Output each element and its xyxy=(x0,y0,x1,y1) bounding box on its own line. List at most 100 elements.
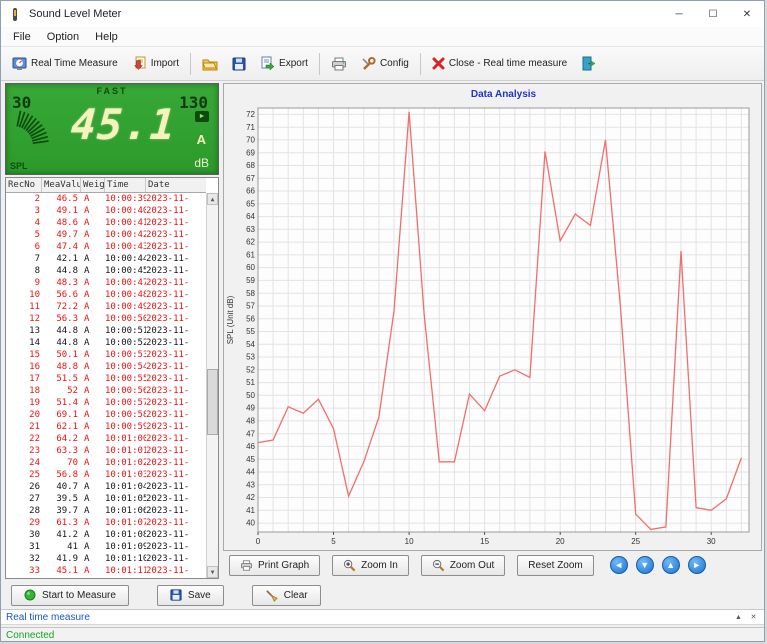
menu-option[interactable]: Option xyxy=(39,29,87,45)
print-button[interactable] xyxy=(324,52,354,76)
table-scrollbar[interactable]: ▲ ▼ xyxy=(206,193,218,578)
config-button[interactable]: Config xyxy=(354,51,416,76)
zoom-out-label: Zoom Out xyxy=(449,559,495,571)
svg-text:51: 51 xyxy=(246,378,255,387)
table-row[interactable]: 6 47.4 A 10:00:43 2023-11- xyxy=(6,241,206,253)
maximize-button[interactable]: ☐ xyxy=(696,1,730,27)
table-row[interactable]: 13 44.8 A 10:00:51 2023-11- xyxy=(6,325,206,337)
table-row[interactable]: 10 56.6 A 10:00:48 2023-11- xyxy=(6,289,206,301)
table-row[interactable]: 12 56.3 A 10:00:50 2023-11- xyxy=(6,313,206,325)
pan-right-button[interactable]: ► xyxy=(687,556,706,574)
table-row[interactable]: 28 39.7 A 10:01:06 2023-11- xyxy=(6,505,206,517)
table-row[interactable]: 22 64.2 A 10:01:00 2023-11- xyxy=(6,433,206,445)
table-row[interactable]: 11 72.2 A 10:00:49 2023-11- xyxy=(6,301,206,313)
table-row[interactable]: 20 69.1 A 10:00:58 2023-11- xyxy=(6,409,206,421)
minimize-button[interactable]: ─ xyxy=(662,1,696,27)
scroll-thumb[interactable] xyxy=(207,369,218,435)
save-icon xyxy=(170,589,182,601)
svg-text:54: 54 xyxy=(246,340,255,349)
svg-text:46: 46 xyxy=(246,442,255,451)
column-header-weigh[interactable]: Weigh xyxy=(81,178,105,192)
column-header-date[interactable]: Date xyxy=(146,178,206,192)
table-row[interactable]: 32 41.9 A 10:01:10 2023-11- xyxy=(6,553,206,565)
table-row[interactable]: 33 45.1 A 10:01:11 2023-11- xyxy=(6,565,206,577)
table-row[interactable]: 7 42.1 A 10:00:44 2023-11- xyxy=(6,253,206,265)
svg-text:71: 71 xyxy=(246,123,255,132)
table-row[interactable]: 21 62.1 A 10:00:59 2023-11- xyxy=(6,421,206,433)
data-analysis-chart[interactable]: 40 41 42 43 44 45 46 47 48 49 50 51 52 53 54 55 56 57 58 59… xyxy=(223,83,762,551)
right-panel: 40 41 42 43 44 45 46 47 48 49 50 51 52 53 54 55 56 57 58 59… xyxy=(223,83,762,579)
table-row[interactable]: 3 49.1 A 10:00:40 2023-11- xyxy=(6,205,206,217)
svg-text:64: 64 xyxy=(246,212,255,221)
meter-icon xyxy=(12,56,27,71)
real-time-measure-button[interactable]: Real Time Measure xyxy=(5,51,125,76)
scroll-down-icon[interactable]: ▼ xyxy=(207,566,218,578)
table-row[interactable]: 18 52 A 10:00:56 2023-11- xyxy=(6,385,206,397)
save-file-button[interactable] xyxy=(225,52,253,76)
open-file-button[interactable] xyxy=(195,52,225,76)
table-row[interactable]: 27 39.5 A 10:01:05 2023-11- xyxy=(6,493,206,505)
start-measure-button[interactable]: Start to Measure xyxy=(11,584,129,606)
table-row[interactable]: 4 48.6 A 10:00:41 2023-11- xyxy=(6,217,206,229)
table-row[interactable]: 14 44.8 A 10:00:52 2023-11- xyxy=(6,337,206,349)
pin-panel-icon[interactable]: ▲ xyxy=(732,611,745,623)
table-row[interactable]: 26 40.7 A 10:01:04 2023-11- xyxy=(6,481,206,493)
menu-help[interactable]: Help xyxy=(87,29,126,45)
zoom-in-button[interactable]: Zoom In xyxy=(332,554,409,576)
svg-text:60: 60 xyxy=(246,263,255,272)
clear-button[interactable]: Clear xyxy=(251,584,321,606)
save-button[interactable]: Save xyxy=(156,584,224,606)
pan-down-button[interactable]: ▼ xyxy=(635,556,654,574)
lcd-value: 45.1 xyxy=(69,100,178,149)
table-row[interactable]: 30 41.2 A 10:01:08 2023-11- xyxy=(6,529,206,541)
svg-text:53: 53 xyxy=(246,353,255,362)
table-row[interactable]: 5 49.7 A 10:00:42 2023-11- xyxy=(6,229,206,241)
broom-icon xyxy=(265,589,278,602)
print-graph-button[interactable]: Print Graph xyxy=(229,554,321,576)
close-button[interactable]: ✕ xyxy=(730,1,764,27)
column-header-time[interactable]: Time xyxy=(105,178,146,192)
pan-left-button[interactable]: ◄ xyxy=(609,556,628,574)
reset-zoom-button[interactable]: Reset Zoom xyxy=(517,554,594,576)
svg-text:61: 61 xyxy=(246,251,255,260)
real-time-measure-tab[interactable]: Real time measure xyxy=(1,612,90,623)
zoom-out-button[interactable]: Zoom Out xyxy=(420,554,506,576)
import-icon xyxy=(132,56,147,71)
printer-icon xyxy=(240,559,253,571)
table-row[interactable]: 9 48.3 A 10:00:47 2023-11- xyxy=(6,277,206,289)
pan-up-button[interactable]: ▲ xyxy=(661,556,680,574)
import-button[interactable]: Import xyxy=(125,51,186,76)
lcd-range-indicator-icon: ► xyxy=(195,111,209,122)
close-real-time-button[interactable]: Close - Real time measure xyxy=(425,52,574,75)
table-row[interactable]: 24 70 A 10:01:02 2023-11- xyxy=(6,457,206,469)
folder-open-icon xyxy=(202,57,218,71)
print-graph-label: Print Graph xyxy=(258,559,310,571)
column-header-meavalue[interactable]: MeaValue xyxy=(42,178,81,192)
svg-text:65: 65 xyxy=(246,199,255,208)
table-row[interactable]: 29 61.3 A 10:01:07 2023-11- xyxy=(6,517,206,529)
table-row[interactable]: 25 56.8 A 10:01:03 2023-11- xyxy=(6,469,206,481)
export-button[interactable]: Export xyxy=(253,51,315,76)
table-row[interactable]: 16 48.8 A 10:00:54 2023-11- xyxy=(6,361,206,373)
table-row[interactable]: 2 46.5 A 10:00:39 2023-11- xyxy=(6,193,206,205)
pan-buttons: ◄ ▼ ▲ ► xyxy=(609,556,706,574)
current-row-pointer: ▶ xyxy=(6,577,206,578)
table-row[interactable]: 15 50.1 A 10:00:53 2023-11- xyxy=(6,349,206,361)
svg-text:20: 20 xyxy=(556,537,565,546)
close-panel-icon[interactable]: ✕ xyxy=(747,611,760,623)
table-row[interactable]: 8 44.8 A 10:00:45 2023-11- xyxy=(6,265,206,277)
menu-file[interactable]: File xyxy=(5,29,39,45)
toolbar: Real Time Measure Import Export Config C… xyxy=(1,47,764,81)
scroll-up-icon[interactable]: ▲ xyxy=(207,193,218,205)
exit-button[interactable] xyxy=(574,51,603,76)
export-label: Export xyxy=(279,58,308,69)
import-label: Import xyxy=(150,58,180,69)
table-row[interactable]: 17 51.5 A 10:00:55 2023-11- xyxy=(6,373,206,385)
table-row[interactable]: 31 41 A 10:01:09 2023-11- xyxy=(6,541,206,553)
table-row[interactable]: 19 51.4 A 10:00:57 2023-11- xyxy=(6,397,206,409)
zoom-out-icon xyxy=(432,559,445,572)
column-header-recno[interactable]: RecNo xyxy=(6,178,42,192)
table-row[interactable]: 23 63.3 A 10:01:01 2023-11- xyxy=(6,445,206,457)
svg-text:58: 58 xyxy=(246,289,255,298)
printer-icon xyxy=(331,57,347,71)
